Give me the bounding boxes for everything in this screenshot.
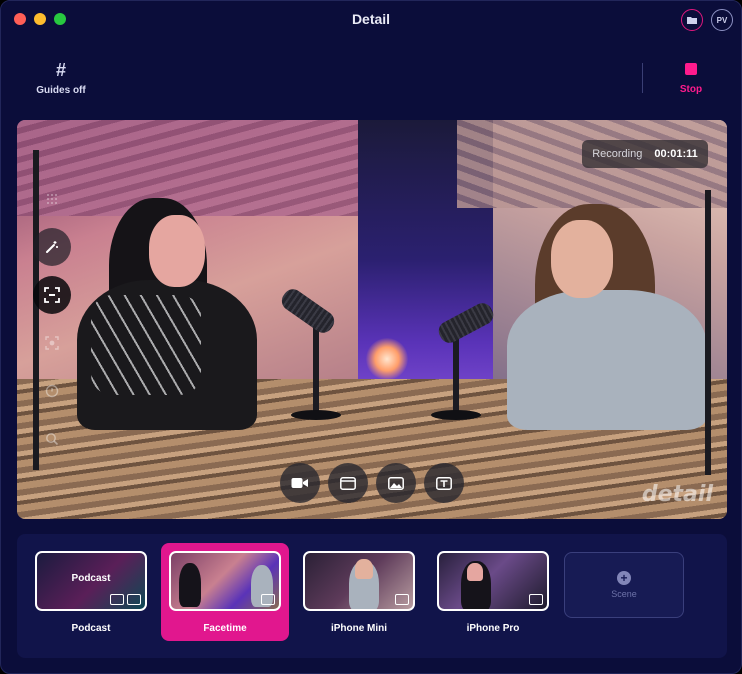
- camera-layer-icon: [395, 594, 409, 605]
- add-image-button[interactable]: [376, 463, 416, 503]
- recording-time: 00:01:11: [654, 148, 698, 160]
- magic-wand-icon: [46, 241, 58, 253]
- image-layer-icon: [110, 594, 124, 605]
- scene-thumbnail: [169, 551, 281, 611]
- scene-name: Podcast: [71, 623, 111, 634]
- camera-layer-icon: [529, 594, 543, 605]
- grid-button[interactable]: [33, 180, 71, 218]
- scene-card-iphone-mini[interactable]: iPhone Mini: [295, 543, 423, 641]
- add-text-button[interactable]: [424, 463, 464, 503]
- zoom-button[interactable]: [33, 420, 71, 458]
- add-window-button[interactable]: [328, 463, 368, 503]
- preview-image: [17, 120, 727, 519]
- scene-name: iPhone Mini: [330, 623, 388, 634]
- crop-frame-button[interactable]: [33, 276, 71, 314]
- add-camera-button[interactable]: [280, 463, 320, 503]
- timer-icon: [45, 384, 59, 398]
- recording-label: Recording: [592, 148, 643, 160]
- toolbar: # Guides off Stop: [1, 37, 741, 107]
- layer-toolbar: [280, 463, 464, 503]
- scene-name: iPhone Pro: [466, 623, 520, 634]
- scene-strip: Podcast Podcast Facetime iPhone Mini iPh…: [17, 534, 727, 658]
- timer-button[interactable]: [33, 372, 71, 410]
- scene-card-iphone-pro[interactable]: iPhone Pro: [429, 543, 557, 641]
- app-window: Detail PV # Guides off Stop detail Recor…: [0, 0, 742, 674]
- window-title: Detail: [351, 11, 391, 27]
- camera-layer-icon: [261, 594, 275, 605]
- detail-watermark: detail: [641, 482, 713, 507]
- add-scene-label: Scene: [611, 589, 637, 599]
- folder-icon: [687, 17, 697, 24]
- add-scene-button[interactable]: + Scene: [564, 552, 684, 618]
- folder-button[interactable]: [681, 9, 703, 31]
- text-layer-icon: [127, 594, 141, 605]
- scene-thumbnail: [437, 551, 549, 611]
- camera-preview[interactable]: detail Recording 00:01:11: [17, 120, 727, 519]
- avatar[interactable]: PV: [711, 9, 733, 31]
- zoom-icon: [46, 433, 59, 446]
- face-frame-icon: [45, 336, 59, 350]
- scene-card-podcast[interactable]: Podcast Podcast: [27, 543, 155, 641]
- scene-thumbnail: Podcast: [35, 551, 147, 611]
- toolbar-divider: [642, 63, 643, 93]
- hash-icon: #: [55, 60, 66, 80]
- scene-thumbnail: [303, 551, 415, 611]
- image-icon: [388, 476, 404, 490]
- stop-button[interactable]: Stop: [673, 63, 709, 95]
- camera-icon: [291, 478, 308, 488]
- scene-card-facetime[interactable]: Facetime: [161, 543, 289, 641]
- title-bar: Detail PV: [1, 1, 741, 37]
- stop-label: Stop: [679, 84, 703, 95]
- face-frame-button[interactable]: [33, 324, 71, 362]
- scene-name: Facetime: [203, 623, 247, 634]
- side-toolbar: [33, 180, 73, 468]
- grid-icon: [47, 194, 57, 204]
- plus-icon: +: [617, 571, 631, 585]
- magic-wand-button[interactable]: [33, 228, 71, 266]
- guides-toggle[interactable]: # Guides off: [29, 61, 93, 96]
- text-icon: [436, 476, 452, 490]
- stop-icon: [685, 63, 697, 75]
- guides-label: Guides off: [36, 85, 86, 96]
- crop-frame-icon: [44, 287, 60, 303]
- scene-thumbnail-title: Podcast: [71, 573, 111, 584]
- window-icon: [340, 476, 356, 490]
- recording-indicator: Recording 00:01:11: [582, 140, 708, 168]
